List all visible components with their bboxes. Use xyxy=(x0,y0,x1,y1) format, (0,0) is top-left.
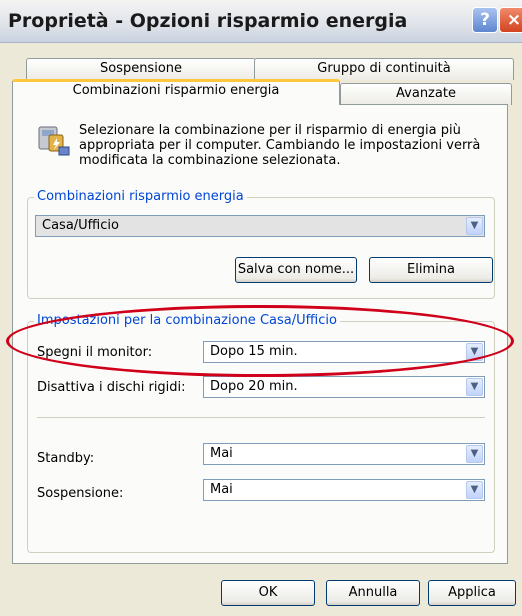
chevron-down-icon: ▼ xyxy=(466,343,483,361)
standby-select-value: Mai xyxy=(210,446,233,461)
hibernate-select[interactable]: Mai ▼ xyxy=(203,479,485,501)
standby-label: Standby: xyxy=(37,451,95,466)
chevron-down-icon: ▼ xyxy=(466,217,483,235)
tab-sospensione[interactable]: Sospensione xyxy=(26,58,256,80)
tab-gruppo-continuita[interactable]: Gruppo di continuità xyxy=(254,58,514,80)
window-title: Proprietà - Opzioni risparmio energia xyxy=(8,10,408,32)
scheme-select-value: Casa/Ufficio xyxy=(42,218,119,233)
power-options-icon xyxy=(38,126,70,156)
ok-button[interactable]: OK xyxy=(221,580,315,606)
disks-select-value: Dopo 20 min. xyxy=(210,379,298,394)
chevron-down-icon: ▼ xyxy=(466,378,483,396)
disks-select[interactable]: Dopo 20 min. ▼ xyxy=(203,376,485,398)
cancel-button[interactable]: Annulla xyxy=(326,580,420,606)
tab-avanzate[interactable]: Avanzate xyxy=(340,83,512,105)
divider xyxy=(37,417,485,418)
title-bar: Proprietà - Opzioni risparmio energia ? … xyxy=(0,0,522,43)
standby-select[interactable]: Mai ▼ xyxy=(203,443,485,465)
scheme-select[interactable]: Casa/Ufficio ▼ xyxy=(35,215,485,237)
delete-button[interactable]: Elimina xyxy=(369,257,493,283)
scheme-group-legend: Combinazioni risparmio energia xyxy=(34,189,247,204)
monitor-select[interactable]: Dopo 15 min. ▼ xyxy=(203,341,485,363)
help-button[interactable]: ? xyxy=(472,7,498,33)
settings-group-legend: Impostazioni per la combinazione Casa/Uf… xyxy=(34,313,340,328)
monitor-label: Spegni il monitor: xyxy=(37,345,153,360)
monitor-select-value: Dopo 15 min. xyxy=(210,344,298,359)
power-options-dialog: Proprietà - Opzioni risparmio energia ? … xyxy=(0,0,522,616)
hibernate-select-value: Mai xyxy=(210,482,233,497)
intro-text: Selezionare la combinazione per il rispa… xyxy=(79,123,481,168)
tab-panel: Selezionare la combinazione per il rispa… xyxy=(12,104,508,564)
hibernate-label: Sospensione: xyxy=(37,486,124,501)
disks-label: Disattiva i dischi rigidi: xyxy=(37,380,186,395)
apply-button[interactable]: Applica xyxy=(428,580,516,606)
scheme-group: Combinazioni risparmio energia xyxy=(27,189,495,299)
chevron-down-icon: ▼ xyxy=(466,445,483,463)
close-button[interactable]: × xyxy=(499,7,522,33)
tab-combinazioni[interactable]: Combinazioni risparmio energia xyxy=(12,79,340,105)
chevron-down-icon: ▼ xyxy=(466,481,483,499)
save-as-button[interactable]: Salva con nome... xyxy=(235,257,357,283)
